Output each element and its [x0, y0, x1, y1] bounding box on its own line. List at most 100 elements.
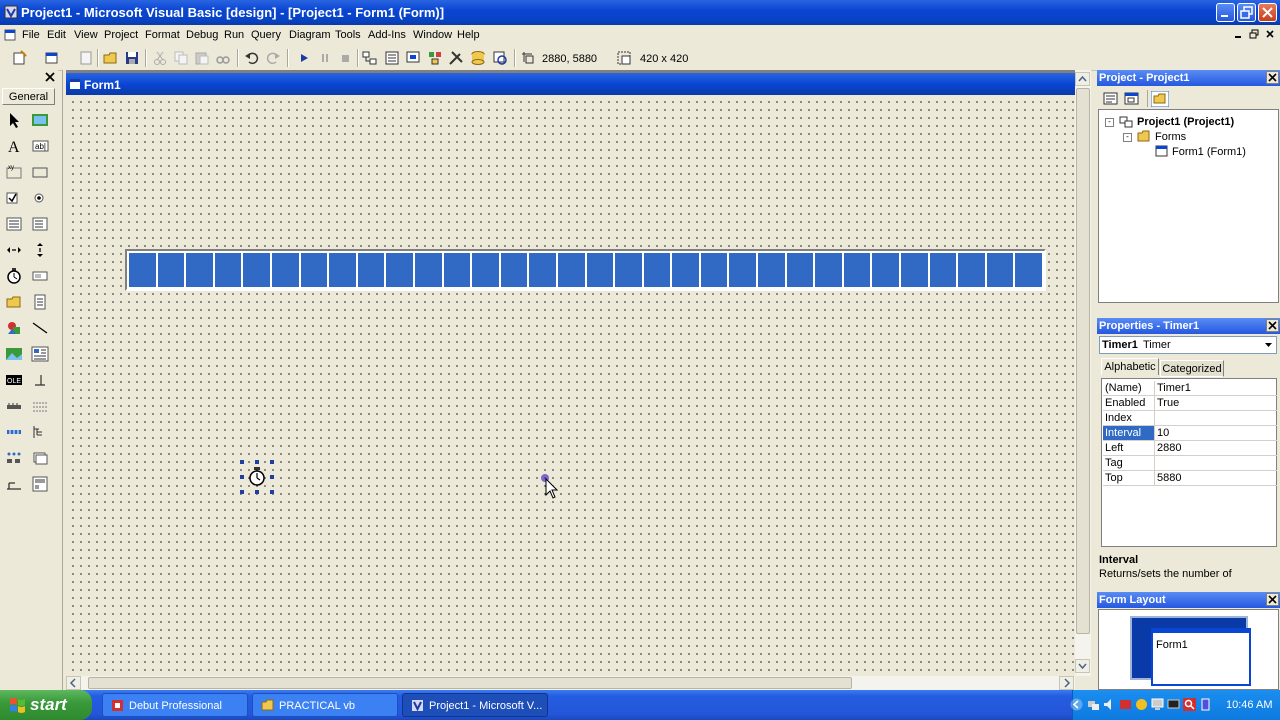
data-view-icon[interactable] — [470, 50, 486, 66]
property-row[interactable]: Left 2880 — [1103, 441, 1277, 456]
menu-diagram[interactable]: Diagram — [289, 29, 331, 41]
extra-icon-3-tool[interactable] — [30, 397, 50, 415]
menu-run[interactable]: Run — [224, 29, 244, 41]
properties-window-icon[interactable] — [384, 50, 400, 66]
extra-icon-9-tool[interactable] — [30, 475, 50, 493]
form-canvas[interactable] — [66, 95, 1075, 676]
menu-edit[interactable]: Edit — [47, 29, 66, 41]
property-row[interactable]: Index — [1103, 411, 1277, 426]
property-row[interactable]: Top 5880 — [1103, 471, 1277, 486]
label-tool[interactable]: A — [4, 137, 24, 156]
scroll-left-button[interactable] — [66, 676, 81, 690]
shape-tool[interactable] — [4, 319, 24, 337]
menu-tools[interactable]: Tools — [335, 29, 361, 41]
tab-categorized[interactable]: Categorized — [1160, 360, 1224, 377]
form-layout-close-button[interactable] — [1266, 593, 1279, 606]
resize-handle[interactable] — [270, 490, 274, 494]
start-icon[interactable] — [296, 50, 312, 66]
volume-icon[interactable] — [1103, 698, 1116, 711]
display-icon[interactable] — [1167, 698, 1180, 711]
extra-icon-1-tool[interactable] — [30, 371, 50, 389]
extra-icon-7-tool[interactable] — [30, 449, 50, 467]
object-selector-combo[interactable]: Timer1 Timer — [1099, 336, 1277, 354]
optionbutton-tool[interactable] — [30, 189, 50, 207]
menu-project[interactable]: Project — [104, 29, 138, 41]
open-project-icon[interactable] — [103, 50, 119, 66]
property-grid[interactable]: (Name) Timer1 Enabled True Index Interval 10 Le… — [1101, 378, 1277, 547]
properties-close-button[interactable] — [1266, 319, 1279, 332]
menu-debug[interactable]: Debug — [186, 29, 218, 41]
vertical-scroll-thumb[interactable] — [1076, 88, 1090, 634]
extra-icon-4-tool[interactable] — [4, 423, 24, 441]
scroll-down-button[interactable] — [1075, 659, 1090, 673]
listbox-tool[interactable] — [30, 215, 50, 233]
find-icon[interactable] — [215, 50, 231, 66]
resize-handle[interactable] — [270, 460, 274, 464]
task-visual-basic[interactable]: Project1 - Microsoft V... — [402, 693, 548, 717]
toolbox-tab-general[interactable]: General — [2, 88, 55, 105]
project-tree[interactable]: - Project1 (Project1) - Forms Form1 (For… — [1098, 109, 1279, 303]
break-icon[interactable] — [317, 50, 333, 66]
component-manager-icon[interactable] — [492, 50, 508, 66]
tree-expander[interactable]: - — [1105, 118, 1114, 127]
tree-form1-item[interactable]: Form1 (Form1) — [1172, 146, 1246, 158]
minimize-button[interactable] — [1216, 3, 1235, 22]
extra-icon-8-tool[interactable] — [4, 475, 24, 493]
task-practical-vb[interactable]: PRACTICAL vb — [252, 693, 398, 717]
mdi-close-button[interactable] — [1264, 28, 1276, 41]
tab-alphabetic[interactable]: Alphabetic — [1101, 358, 1159, 375]
project-explorer-close-button[interactable] — [1266, 71, 1279, 84]
cut-icon[interactable] — [152, 50, 168, 66]
project-explorer-title-bar[interactable]: Project - Project1 — [1097, 70, 1280, 86]
dropdown-arrow-icon[interactable] — [1264, 341, 1273, 349]
monitor-icon[interactable] — [1151, 698, 1164, 711]
combobox-tool[interactable] — [4, 215, 24, 233]
resize-handle[interactable] — [255, 460, 259, 464]
form-designer-window[interactable]: Form1 — [66, 73, 1075, 676]
view-object-icon[interactable] — [1124, 92, 1140, 106]
search-icon[interactable] — [1183, 698, 1196, 711]
toolbox-close-button[interactable] — [44, 71, 56, 83]
checkbox-tool[interactable] — [4, 189, 24, 207]
redo-icon[interactable] — [265, 50, 281, 66]
drivelistbox-tool[interactable] — [30, 267, 50, 285]
filelistbox-tool[interactable] — [30, 293, 50, 311]
resize-handle[interactable] — [255, 490, 259, 494]
horizontal-scroll-thumb[interactable] — [88, 677, 852, 689]
dirlistbox-tool[interactable] — [4, 293, 24, 311]
form-title-bar[interactable]: Form1 — [66, 73, 1075, 95]
designer-vertical-scrollbar[interactable] — [1075, 70, 1091, 676]
property-value[interactable]: 5880 — [1157, 471, 1181, 485]
toolbox-icon[interactable] — [448, 50, 464, 66]
property-row[interactable]: Tag — [1103, 456, 1277, 471]
properties-title-bar[interactable]: Properties - Timer1 — [1097, 318, 1280, 334]
copy-icon[interactable] — [173, 50, 189, 66]
tree-forms-folder[interactable]: Forms — [1155, 131, 1186, 143]
extra-icon-6-tool[interactable] — [4, 449, 24, 467]
restore-button[interactable] — [1237, 3, 1256, 22]
save-project-icon[interactable] — [124, 50, 140, 66]
mdi-minimize-button[interactable] — [1232, 28, 1244, 41]
form-layout-title-bar[interactable]: Form Layout — [1097, 592, 1280, 608]
form-layout-area[interactable]: Form1 — [1098, 609, 1279, 690]
menu-query[interactable]: Query — [251, 29, 281, 41]
menu-format[interactable]: Format — [145, 29, 180, 41]
close-button[interactable] — [1258, 3, 1277, 22]
end-icon[interactable] — [338, 50, 354, 66]
task-debut-professional[interactable]: Debut Professional — [102, 693, 248, 717]
project-explorer-icon[interactable] — [362, 50, 378, 66]
tray-expand-icon[interactable] — [1070, 698, 1083, 711]
extra-icon-5-tool[interactable] — [30, 423, 50, 441]
undo-icon[interactable] — [244, 50, 260, 66]
ole-tool[interactable]: OLE — [4, 371, 24, 389]
paste-icon[interactable] — [194, 50, 210, 66]
progressbar-control[interactable] — [125, 249, 1046, 291]
document-system-icon[interactable] — [4, 29, 16, 41]
timer-tool[interactable] — [4, 267, 24, 285]
menu-help[interactable]: Help — [457, 29, 480, 41]
frame-tool[interactable]: xy — [4, 163, 24, 181]
resize-handle[interactable] — [240, 475, 244, 479]
resize-handle[interactable] — [240, 460, 244, 464]
view-code-icon[interactable] — [1103, 92, 1119, 106]
battery-icon[interactable] — [1199, 698, 1212, 711]
